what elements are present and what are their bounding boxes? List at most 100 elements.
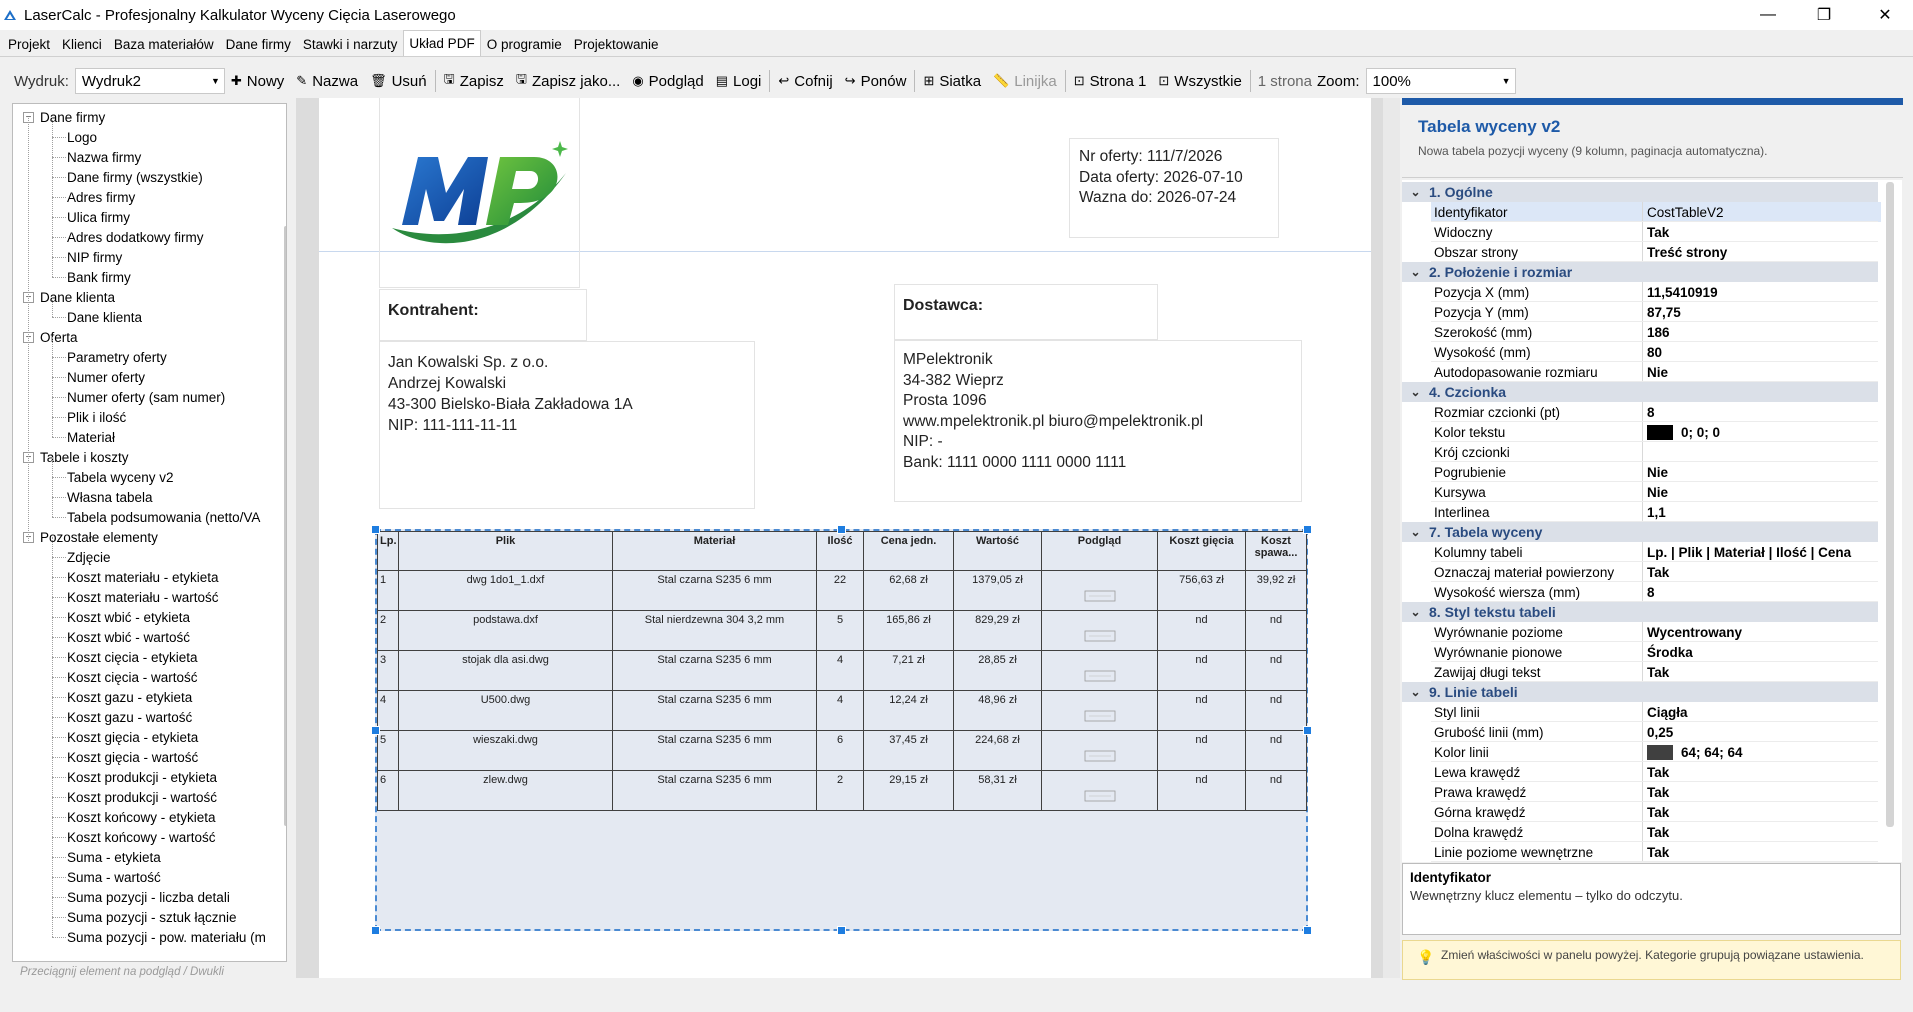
wydruk-select[interactable]: Wydruk2 ▼: [74, 68, 225, 94]
tree-item[interactable]: Koszt cięcia - wartość: [67, 667, 198, 687]
property-value[interactable]: Tak: [1642, 662, 1881, 682]
property-value[interactable]: Nie: [1642, 462, 1881, 482]
logi-button[interactable]: ▤ Logi: [710, 68, 768, 94]
property-value[interactable]: 80: [1642, 342, 1881, 362]
chevron-down-icon[interactable]: ⌄: [1402, 605, 1429, 619]
property-row[interactable]: Szerokość (mm) 186: [1431, 322, 1881, 342]
tree-item[interactable]: Tabela wyceny v2: [67, 467, 174, 487]
property-value[interactable]: CostTableV2: [1642, 202, 1881, 222]
property-row[interactable]: Widoczny Tak: [1431, 222, 1881, 242]
property-value[interactable]: Lp. | Plik | Materiał | Ilość | Cena: [1642, 542, 1881, 562]
property-value[interactable]: Tak: [1642, 762, 1881, 782]
property-category[interactable]: ⌄ 7. Tabela wyceny: [1402, 522, 1878, 542]
tab-dane-firmy[interactable]: Dane firmy: [220, 32, 297, 56]
property-value[interactable]: Tak: [1642, 842, 1881, 862]
resize-handle-n[interactable]: [837, 525, 846, 534]
tree-group[interactable]: − Pozostałe elementy: [23, 527, 158, 547]
property-value[interactable]: 8: [1642, 402, 1881, 422]
tree-item[interactable]: Logo: [67, 127, 97, 147]
property-row[interactable]: Kolor tekstu 0; 0; 0: [1431, 422, 1881, 442]
property-value[interactable]: 64; 64; 64: [1642, 742, 1881, 762]
tree-scrollbar[interactable]: [284, 226, 286, 826]
usun-button[interactable]: 🗑 Usuń: [364, 68, 433, 94]
tree-item[interactable]: NIP firmy: [67, 247, 122, 267]
tree-item[interactable]: Suma pozycji - sztuk łącznie: [67, 907, 237, 927]
property-row[interactable]: Prawa krawędź Tak: [1431, 782, 1881, 802]
property-row[interactable]: Krój czcionki: [1431, 442, 1881, 462]
property-grid-scrollbar[interactable]: [1886, 182, 1894, 827]
property-row[interactable]: Obszar strony Treść strony: [1431, 242, 1881, 262]
property-row[interactable]: Kolor linii 64; 64; 64: [1431, 742, 1881, 762]
resize-handle-e[interactable]: [1303, 726, 1312, 735]
tree-item[interactable]: Suma - wartość: [67, 867, 161, 887]
property-value[interactable]: Tak: [1642, 782, 1881, 802]
tab-o-programie[interactable]: O programie: [481, 32, 568, 56]
tree-item[interactable]: Koszt materiału - etykieta: [67, 567, 219, 587]
property-value[interactable]: 87,75: [1642, 302, 1881, 322]
linijka-button[interactable]: 📏 Linijka: [987, 68, 1063, 94]
tree-item[interactable]: Koszt gazu - etykieta: [67, 687, 192, 707]
tree-item[interactable]: Bank firmy: [67, 267, 131, 287]
property-value[interactable]: Treść strony: [1642, 242, 1881, 262]
tree-item[interactable]: Plik i ilość: [67, 407, 126, 427]
tree-item[interactable]: Dane klienta: [67, 307, 142, 327]
chevron-down-icon[interactable]: ⌄: [1402, 185, 1429, 199]
resize-handle-sw[interactable]: [371, 926, 380, 935]
property-value[interactable]: [1642, 442, 1881, 462]
tree-item[interactable]: Ulica firmy: [67, 207, 130, 227]
tree-item[interactable]: Koszt gięcia - etykieta: [67, 727, 198, 747]
tree-item[interactable]: Suma - etykieta: [67, 847, 161, 867]
property-category[interactable]: ⌄ 4. Czcionka: [1402, 382, 1878, 402]
resize-handle-nw[interactable]: [371, 525, 380, 534]
property-category[interactable]: ⌄ 9. Linie tabeli: [1402, 682, 1878, 702]
property-row[interactable]: Lewa krawędź Tak: [1431, 762, 1881, 782]
minimize-button[interactable]: —: [1745, 0, 1791, 30]
tree-item[interactable]: Parametry oferty: [67, 347, 167, 367]
tree-item[interactable]: Suma pozycji - liczba detali: [67, 887, 230, 907]
property-value[interactable]: Tak: [1642, 562, 1881, 582]
tab-baza-materialow[interactable]: Baza materiałów: [108, 32, 220, 56]
siatka-button[interactable]: ⊞ Siatka: [917, 68, 987, 94]
property-value[interactable]: Tak: [1642, 822, 1881, 842]
tree-item[interactable]: Koszt cięcia - etykieta: [67, 647, 198, 667]
tab-projektowanie[interactable]: Projektowanie: [568, 32, 665, 56]
offer-params-box[interactable]: Nr oferty: 111/7/2026 Data oferty: 2026-…: [1069, 138, 1279, 238]
tree-item[interactable]: Suma pozycji - pow. materiału (m: [67, 927, 266, 947]
tree-item[interactable]: Koszt końcowy - wartość: [67, 827, 216, 847]
resize-handle-ne[interactable]: [1303, 525, 1312, 534]
tree-item[interactable]: Koszt materiału - wartość: [67, 587, 219, 607]
property-category[interactable]: ⌄ 8. Styl tekstu tabeli: [1402, 602, 1878, 622]
tree-group[interactable]: − Dane firmy: [23, 107, 105, 127]
resize-handle-w[interactable]: [371, 726, 380, 735]
tree-item[interactable]: Numer oferty: [67, 367, 145, 387]
ponow-button[interactable]: ↪ Ponów: [839, 68, 913, 94]
tab-klienci[interactable]: Klienci: [56, 32, 108, 56]
property-row[interactable]: Grubość linii (mm) 0,25: [1431, 722, 1881, 742]
tree-item[interactable]: Nazwa firmy: [67, 147, 141, 167]
chevron-down-icon[interactable]: ⌄: [1402, 685, 1429, 699]
property-row[interactable]: Rozmiar czcionki (pt) 8: [1431, 402, 1881, 422]
strona1-button[interactable]: ⊡ Strona 1: [1068, 68, 1153, 94]
nowy-button[interactable]: ✚ Nowy: [225, 68, 290, 94]
tree-item[interactable]: Adres dodatkowy firmy: [67, 227, 204, 247]
property-row[interactable]: Pozycja X (mm) 11,5410919: [1431, 282, 1881, 302]
chevron-down-icon[interactable]: ⌄: [1402, 265, 1429, 279]
tree-item[interactable]: Dane firmy (wszystkie): [67, 167, 203, 187]
nazwa-button[interactable]: ✎ Nazwa: [290, 68, 364, 94]
property-value[interactable]: 0; 0; 0: [1642, 422, 1881, 442]
tree-group[interactable]: − Dane klienta: [23, 287, 115, 307]
podglad-button[interactable]: ◉ Podgląd: [626, 68, 709, 94]
zoom-select[interactable]: 100% ▼: [1365, 68, 1516, 94]
tree-item[interactable]: Zdjęcie: [67, 547, 111, 567]
property-row[interactable]: Wyrównanie pionowe Środka: [1431, 642, 1881, 662]
property-row[interactable]: Dolna krawędź Tak: [1431, 822, 1881, 842]
tab-stawki[interactable]: Stawki i narzuty: [297, 32, 404, 56]
tree-item[interactable]: Koszt wbić - wartość: [67, 627, 190, 647]
maximize-button[interactable]: ❐: [1801, 0, 1847, 30]
logo-box[interactable]: MP: [379, 98, 580, 288]
property-value[interactable]: 1,1: [1642, 502, 1881, 522]
tree-item[interactable]: Koszt produkcji - wartość: [67, 787, 217, 807]
close-button[interactable]: ✕: [1862, 0, 1908, 30]
property-value[interactable]: 0,25: [1642, 722, 1881, 742]
dostawca-label[interactable]: Dostawca:: [894, 284, 1158, 340]
